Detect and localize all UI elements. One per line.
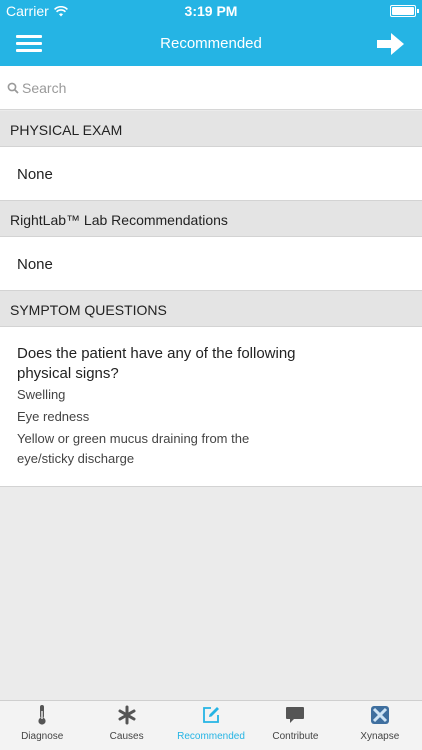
page-title: Recommended bbox=[160, 35, 262, 52]
search-icon bbox=[7, 82, 19, 94]
tab-recommended[interactable]: Recommended bbox=[169, 701, 253, 750]
tab-label: Recommended bbox=[177, 731, 245, 742]
tab-contribute[interactable]: Contribute bbox=[253, 701, 337, 750]
search-input[interactable] bbox=[22, 74, 412, 102]
search-bar bbox=[0, 66, 422, 110]
asterisk-icon bbox=[118, 705, 136, 725]
battery-icon bbox=[390, 5, 419, 17]
tab-bar: Diagnose Causes Recommended Contribute X… bbox=[0, 700, 422, 750]
symptom-option[interactable]: Yellow or green mucus draining from the … bbox=[17, 429, 307, 469]
section-header-rightlab: RightLab™ Lab Recommendations bbox=[0, 201, 422, 237]
arrow-right-icon[interactable] bbox=[376, 31, 406, 57]
physical-exam-cell: None bbox=[0, 147, 422, 201]
tab-label: Causes bbox=[109, 731, 144, 742]
edit-icon bbox=[203, 707, 220, 723]
status-time: 3:19 PM bbox=[184, 3, 238, 19]
speech-bubble-icon bbox=[286, 707, 305, 723]
tab-label: Xynapse bbox=[360, 731, 400, 742]
tab-diagnose[interactable]: Diagnose bbox=[0, 701, 84, 750]
section-header-physical-exam: PHYSICAL EXAM bbox=[0, 111, 422, 147]
tab-causes[interactable]: Causes bbox=[84, 701, 168, 750]
symptom-option[interactable]: Eye redness bbox=[17, 407, 307, 427]
thermometer-icon bbox=[38, 705, 46, 725]
tab-label: Contribute bbox=[272, 731, 319, 742]
rightlab-cell: None bbox=[0, 237, 422, 291]
tab-xynapse[interactable]: Xynapse bbox=[338, 701, 422, 750]
section-header-symptom-questions: SYMPTOM QUESTIONS bbox=[0, 291, 422, 327]
symptom-question-text: Does the patient have any of the followi… bbox=[17, 345, 296, 382]
symptom-question-cell[interactable]: Does the patient have any of the followi… bbox=[0, 327, 422, 487]
tab-label: Diagnose bbox=[21, 731, 64, 742]
xynapse-logo-icon bbox=[370, 706, 389, 724]
status-bar: Carrier 3:19 PM bbox=[0, 0, 422, 22]
rightlab-value: None bbox=[17, 256, 53, 273]
navigation-bar: Recommended bbox=[0, 22, 422, 66]
symptom-option[interactable]: Swelling bbox=[17, 385, 307, 405]
physical-exam-value: None bbox=[17, 166, 53, 183]
